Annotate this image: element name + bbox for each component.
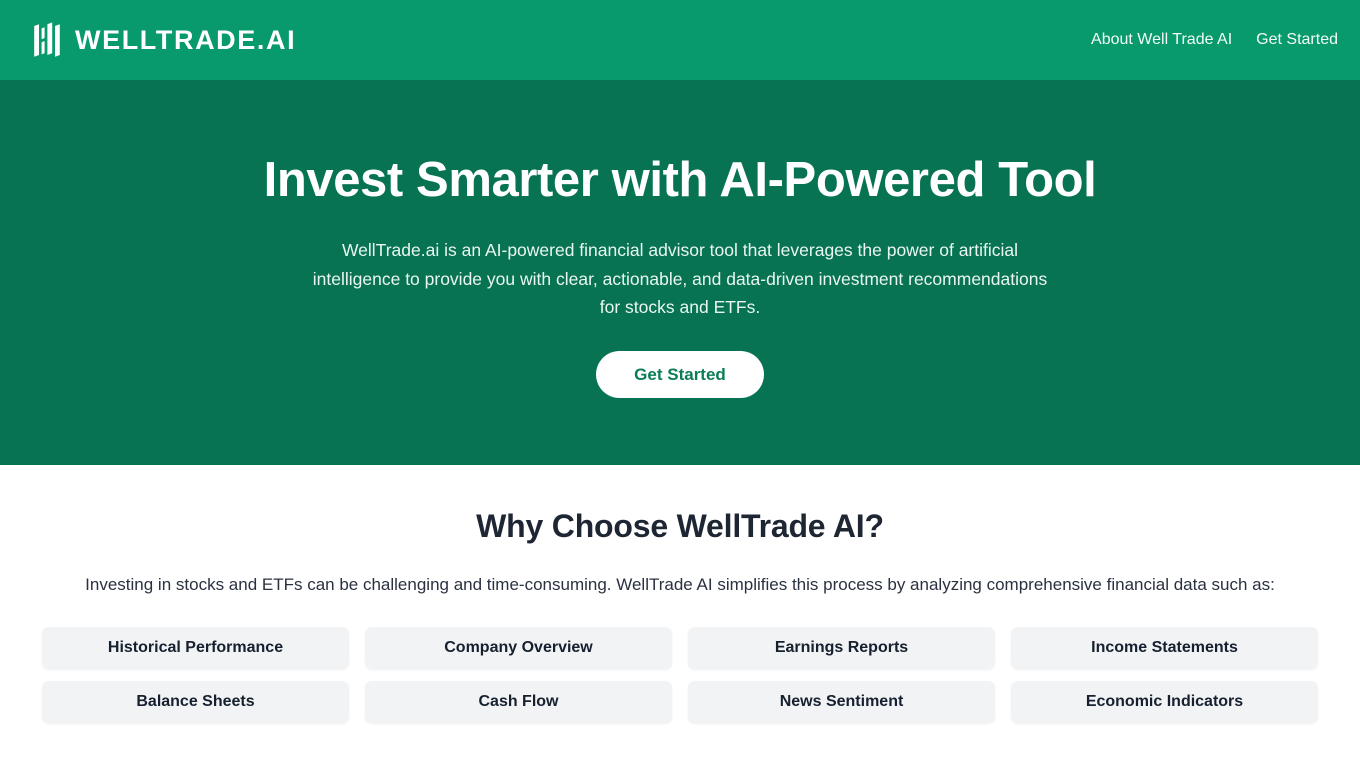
hero-get-started-button[interactable]: Get Started (596, 351, 764, 399)
feature-card[interactable]: Economic Indicators (1011, 681, 1318, 724)
feature-card[interactable]: News Sentiment (688, 681, 995, 724)
brand-logo[interactable]: WELLTRADE.AI (32, 21, 297, 59)
nav-link-about[interactable]: About Well Trade AI (1091, 32, 1232, 48)
feature-card[interactable]: Earnings Reports (688, 627, 995, 670)
feature-card[interactable]: Company Overview (365, 627, 672, 670)
feature-card-label: News Sentiment (779, 693, 904, 711)
features-section: Why Choose WellTrade AI? Investing in st… (0, 465, 1360, 724)
feature-card-label: Earnings Reports (774, 639, 909, 657)
nav-link-get-started[interactable]: Get Started (1256, 32, 1338, 48)
hero-subtitle: WellTrade.ai is an AI-powered financial … (312, 240, 1048, 318)
hero-section: Invest Smarter with AI-Powered Tool Well… (0, 80, 1360, 465)
feature-card-label: Economic Indicators (1085, 693, 1244, 711)
feature-card-label: Income Statements (1091, 639, 1238, 657)
brand-name: WELLTRADE.AI (75, 24, 297, 55)
feature-card[interactable]: Balance Sheets (42, 681, 349, 724)
feature-card[interactable]: Income Statements (1011, 627, 1318, 670)
feature-card-label: Historical Performance (107, 639, 284, 657)
feature-card-label: Company Overview (444, 639, 593, 657)
main-nav: About Well Trade AI Get Started (1091, 32, 1338, 48)
bar-chart-monogram-icon (34, 21, 60, 57)
feature-card[interactable]: Cash Flow (365, 681, 672, 724)
feature-card-label: Cash Flow (478, 693, 559, 711)
feature-grid: Historical Performance Company Overview … (42, 627, 1318, 724)
hero-title: Invest Smarter with AI-Powered Tool (263, 153, 1097, 207)
features-title: Why Choose WellTrade AI? (476, 508, 884, 544)
features-subtitle: Investing in stocks and ETFs can be chal… (85, 575, 1275, 595)
feature-card[interactable]: Historical Performance (42, 627, 349, 670)
feature-card-label: Balance Sheets (136, 693, 255, 711)
site-header: WELLTRADE.AI About Well Trade AI Get Sta… (0, 0, 1360, 80)
